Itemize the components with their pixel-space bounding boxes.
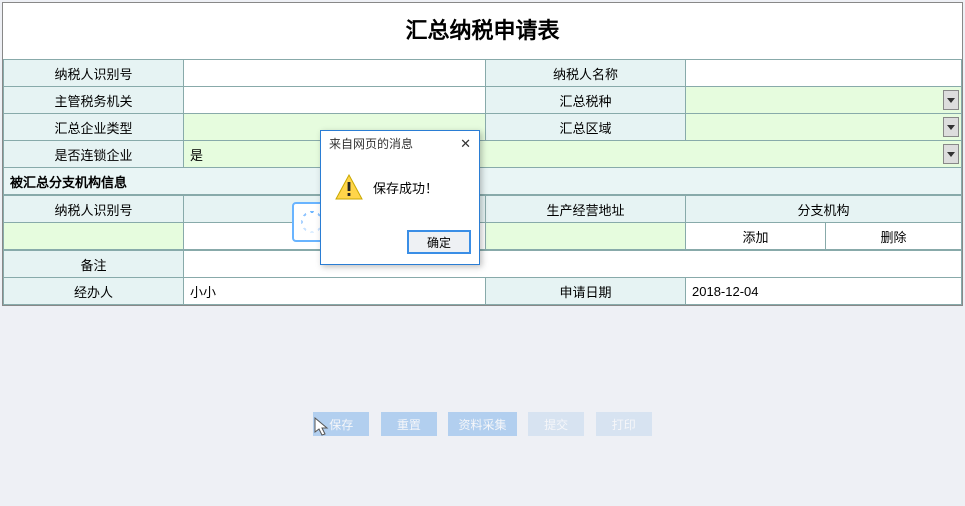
- close-icon[interactable]: ✕: [460, 137, 471, 150]
- value-tax-authority[interactable]: [184, 87, 486, 114]
- label-summary-area: 汇总区域: [486, 114, 686, 141]
- branch-address-input[interactable]: [486, 223, 686, 250]
- col-branch-taxpayer-id: 纳税人识别号: [4, 196, 184, 223]
- select-summary-tax-type[interactable]: [686, 87, 962, 114]
- collect-button[interactable]: 资料采集: [448, 412, 516, 436]
- label-handler: 经办人: [4, 278, 184, 305]
- page-title: 汇总纳税申请表: [3, 3, 962, 59]
- delete-button[interactable]: 删除: [826, 223, 962, 250]
- save-button[interactable]: 保存: [313, 412, 369, 436]
- section-branches: 被汇总分支机构信息: [4, 168, 962, 195]
- dialog-title-text: 来自网页的消息: [329, 135, 413, 152]
- label-taxpayer-name: 纳税人名称: [486, 60, 686, 87]
- col-branch-address: 生产经营地址: [486, 196, 686, 223]
- select-chain-enterprise[interactable]: 是: [184, 141, 962, 168]
- label-tax-authority: 主管税务机关: [4, 87, 184, 114]
- print-button[interactable]: 打印: [596, 412, 652, 436]
- value-taxpayer-id[interactable]: [184, 60, 486, 87]
- select-summary-area[interactable]: [686, 114, 962, 141]
- chevron-down-icon[interactable]: [943, 90, 959, 110]
- branch-taxpayer-id-input[interactable]: [4, 223, 184, 250]
- label-summary-ent-type: 汇总企业类型: [4, 114, 184, 141]
- label-summary-tax-type: 汇总税种: [486, 87, 686, 114]
- branches-table: 纳税人识别号 生产经营地址 分支机构 添加 删除: [3, 195, 962, 250]
- warning-icon: [335, 174, 363, 200]
- ok-button[interactable]: 确定: [407, 230, 471, 254]
- form-panel: 汇总纳税申请表 纳税人识别号 纳税人名称 主管税务机关 汇总税种 汇总企业类型 …: [2, 2, 963, 306]
- reset-button[interactable]: 重置: [381, 412, 437, 436]
- chevron-down-icon[interactable]: [943, 144, 959, 164]
- value-remark[interactable]: [184, 251, 962, 278]
- col-branch-org: 分支机构: [686, 196, 962, 223]
- dialog-message: 保存成功！: [373, 178, 438, 197]
- label-apply-date: 申请日期: [486, 278, 686, 305]
- label-remark: 备注: [4, 251, 184, 278]
- value-apply-date[interactable]: 2018-12-04: [686, 278, 962, 305]
- label-taxpayer-id: 纳税人识别号: [4, 60, 184, 87]
- add-button[interactable]: 添加: [686, 223, 826, 250]
- submit-button[interactable]: 提交: [528, 412, 584, 436]
- label-chain-enterprise: 是否连锁企业: [4, 141, 184, 168]
- action-bar: 保存 重置 资料采集 提交 打印: [0, 412, 965, 436]
- value-taxpayer-name[interactable]: [686, 60, 962, 87]
- application-form: 纳税人识别号 纳税人名称 主管税务机关 汇总税种 汇总企业类型 汇总区域: [3, 59, 962, 195]
- message-dialog: 来自网页的消息 ✕ 保存成功！ 确定: [320, 130, 480, 265]
- chevron-down-icon[interactable]: [943, 117, 959, 137]
- footer-form: 备注 经办人 小小 申请日期 2018-12-04: [3, 250, 962, 305]
- value-handler[interactable]: 小小: [184, 278, 486, 305]
